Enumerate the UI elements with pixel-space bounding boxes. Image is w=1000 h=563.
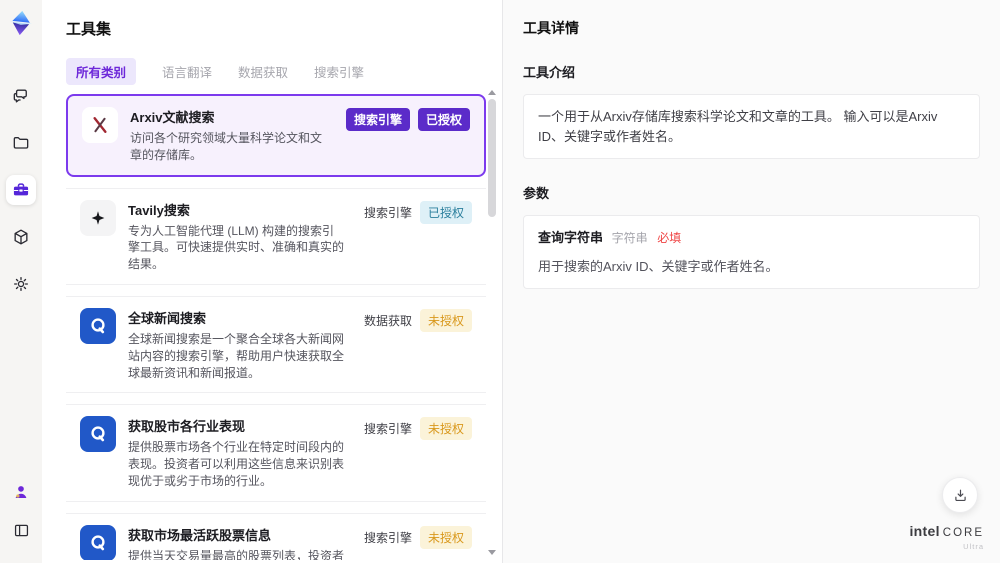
intro-box: 一个用于从Arxiv存储库搜索科学论文和文章的工具。 输入可以是Arxiv ID… xyxy=(523,94,980,159)
category-tab[interactable]: 数据获取 xyxy=(238,58,288,85)
tool-card[interactable]: 全球新闻搜索全球新闻搜索是一个聚合全球各大新闻网站内容的搜索引擎，帮助用户快速获… xyxy=(66,295,486,394)
category-badge: 搜索引擎 xyxy=(345,108,410,131)
param-box: 查询字符串 字符串 必填 用于搜索的Arxiv ID、关键字或作者姓名。 xyxy=(523,215,980,289)
tool-description: 提供股票市场各个行业在特定时间段内的表现。投资者可以利用这些信息来识别表现优于或… xyxy=(128,440,345,488)
avatar-icon[interactable] xyxy=(6,477,36,507)
auth-status-badge: 已授权 xyxy=(417,108,470,131)
auth-status-badge: 已授权 xyxy=(419,200,472,224)
tool-card[interactable]: 获取市场最活跃股票信息提供当天交易量最高的股票列表，投资者可以利用这些信息来识别… xyxy=(66,512,486,560)
tool-description: 全球新闻搜索是一个聚合全球各大新闻网站内容的搜索引擎，帮助用户快速获取全球最新资… xyxy=(128,331,345,380)
tool-name: Tavily搜索 xyxy=(128,202,190,218)
category-tab[interactable]: 搜索引擎 xyxy=(314,58,364,85)
blue-app-logo-icon xyxy=(80,307,116,344)
settings-icon[interactable] xyxy=(6,269,36,299)
tool-description: 提供当天交易量最高的股票列表，投资者可以利用这些信息来识别流动性强的股票和潜在的… xyxy=(128,548,345,560)
app-sidebar xyxy=(0,0,42,563)
download-icon xyxy=(954,489,966,501)
intro-heading: 工具介绍 xyxy=(523,65,576,80)
tool-list-panel: 工具集 所有类别 语言翻译 数据获取 搜索引擎 Arxiv文献搜索 访问各个研究领域大量… xyxy=(42,0,502,563)
tool-name: 全球新闻搜索 xyxy=(128,310,207,326)
param-type: 字符串 xyxy=(611,231,648,245)
auth-status-badge: 未授权 xyxy=(419,525,472,549)
tool-list: Arxiv文献搜索 访问各个研究领域大量科学论文和文章的存储库。 搜索引擎 已授权 Ta… xyxy=(66,94,486,560)
tool-card[interactable]: Arxiv文献搜索访问各个研究领域大量科学论文和文章的存储库。 搜索引擎 已授权 xyxy=(66,94,486,177)
tool-name: 获取股市各行业表现 xyxy=(128,419,246,435)
auth-status-badge: 未授权 xyxy=(419,308,472,332)
scroll-up-icon[interactable] xyxy=(488,90,496,95)
tool-description: 访问各个研究领域大量科学论文和文章的存储库。 xyxy=(130,131,323,162)
tool-card[interactable]: Tavily搜索专为人工智能代理 (LLM) 构建的搜索引擎工具。可快速提供实时… xyxy=(66,187,486,285)
params-heading: 参数 xyxy=(523,186,550,201)
folder-icon[interactable] xyxy=(6,128,36,158)
category-badge: 搜索引擎 xyxy=(363,205,412,220)
intel-core-logo: intel CORE Ultra xyxy=(909,523,984,551)
intro-text: 一个用于从Arxiv存储库搜索科学论文和文章的工具。 输入可以是Arxiv ID… xyxy=(538,109,938,144)
page-title: 工具集 xyxy=(66,21,112,38)
toolbox-icon[interactable] xyxy=(6,175,36,205)
param-required-badge: 必填 xyxy=(657,231,682,245)
scrollbar-thumb[interactable] xyxy=(488,99,496,217)
tool-card[interactable]: 获取股市各行业表现提供股票市场各个行业在特定时间段内的表现。投资者可以利用这些信… xyxy=(66,404,486,502)
four-point-star-icon xyxy=(80,199,116,236)
param-desc: 用于搜索的Arxiv ID、关键字或作者姓名。 xyxy=(538,258,779,274)
chat-icon[interactable] xyxy=(6,81,36,111)
app-logo-icon xyxy=(7,9,35,37)
list-scrollbar[interactable] xyxy=(487,90,497,555)
tool-name: 获取市场最活跃股票信息 xyxy=(128,527,272,543)
download-button[interactable] xyxy=(942,477,978,513)
tool-detail-panel: 工具详情 工具介绍 一个用于从Arxiv存储库搜索科学论文和文章的工具。 输入可… xyxy=(502,0,1000,563)
detail-title: 工具详情 xyxy=(523,20,579,36)
category-tab[interactable]: 语言翻译 xyxy=(162,58,212,85)
panel-toggle-icon[interactable] xyxy=(6,515,36,545)
tool-description: 专为人工智能代理 (LLM) 构建的搜索引擎工具。可快速提供实时、准确和真实的结… xyxy=(128,223,345,272)
blue-app-logo-icon xyxy=(80,524,116,560)
scroll-down-icon[interactable] xyxy=(488,550,496,555)
category-tab[interactable]: 所有类别 xyxy=(66,58,137,85)
auth-status-badge: 未授权 xyxy=(419,417,472,441)
param-name: 查询字符串 xyxy=(538,230,604,245)
blue-app-logo-icon xyxy=(80,416,116,453)
category-badge: 搜索引擎 xyxy=(363,530,412,545)
category-badge: 搜索引擎 xyxy=(363,422,412,437)
arxiv-x-icon xyxy=(82,107,118,143)
package-icon[interactable] xyxy=(6,222,36,252)
tool-name: Arxiv文献搜索 xyxy=(130,110,215,125)
category-tabs: 所有类别 语言翻译 数据获取 搜索引擎 xyxy=(66,58,486,85)
category-badge: 数据获取 xyxy=(363,313,412,328)
